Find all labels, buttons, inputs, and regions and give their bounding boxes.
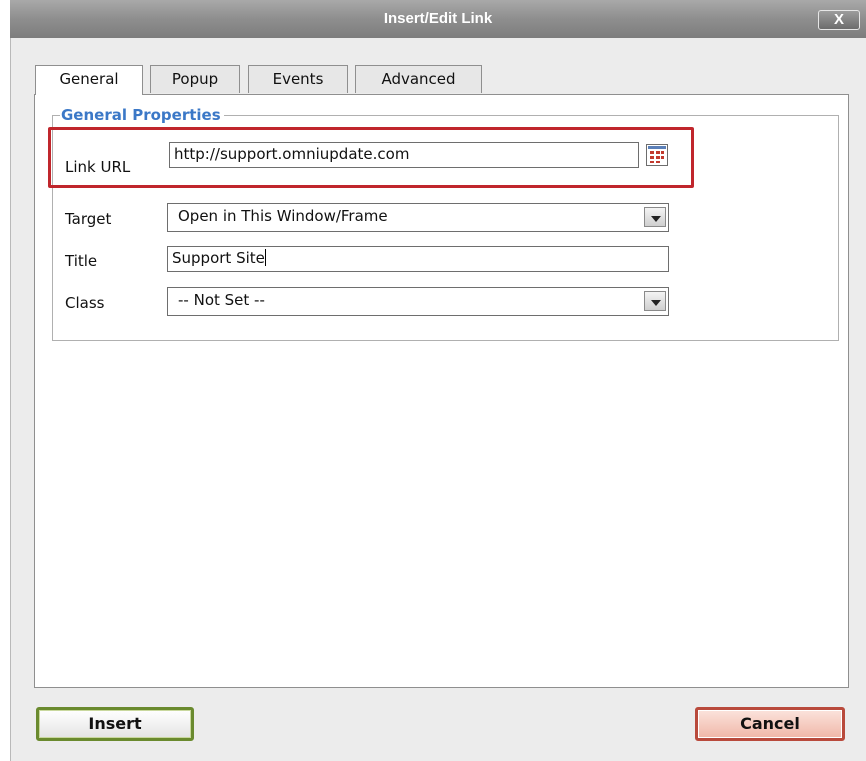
chevron-down-icon[interactable] — [644, 291, 666, 311]
title-value: Support Site — [172, 249, 265, 267]
tab-events[interactable]: Events — [248, 65, 348, 93]
page: Insert/Edit Link X General Popup Events … — [0, 0, 866, 761]
insert-edit-link-dialog: Insert/Edit Link X General Popup Events … — [10, 0, 866, 761]
cancel-button[interactable]: Cancel — [695, 707, 845, 741]
close-button[interactable]: X — [818, 10, 860, 30]
target-value: Open in This Window/Frame — [178, 207, 388, 225]
tab-events-label: Events — [272, 70, 324, 88]
dialog-body: General Popup Events Advanced General Pr… — [10, 38, 866, 761]
target-label: Target — [65, 210, 112, 228]
tab-advanced[interactable]: Advanced — [355, 65, 482, 93]
general-properties-fieldset: General Properties Link URL http://suppo… — [48, 106, 839, 341]
tab-general-label: General — [59, 70, 119, 88]
chevron-down-icon[interactable] — [644, 207, 666, 227]
title-input[interactable]: Support Site — [167, 246, 669, 272]
general-properties-legend: General Properties — [60, 106, 224, 124]
tab-popup-label: Popup — [171, 70, 219, 88]
cancel-button-label: Cancel — [740, 714, 800, 733]
text-caret — [264, 249, 266, 266]
tab-general[interactable]: General — [35, 65, 143, 95]
class-value: -- Not Set -- — [178, 291, 265, 309]
link-url-highlight-box — [48, 127, 694, 188]
title-label: Title — [65, 252, 98, 270]
background-page-strip — [0, 0, 10, 761]
insert-button-label: Insert — [88, 714, 142, 733]
dialog-titlebar[interactable]: Insert/Edit Link X — [10, 0, 866, 39]
class-select[interactable]: -- Not Set -- — [167, 287, 669, 316]
insert-button[interactable]: Insert — [36, 707, 194, 741]
tab-advanced-label: Advanced — [381, 70, 456, 88]
class-label: Class — [65, 294, 105, 312]
dialog-title: Insert/Edit Link — [383, 10, 493, 27]
general-tab-panel: General Properties Link URL http://suppo… — [34, 94, 849, 688]
tab-popup[interactable]: Popup — [150, 65, 240, 93]
target-select[interactable]: Open in This Window/Frame — [167, 203, 669, 232]
close-icon: X — [833, 11, 844, 28]
